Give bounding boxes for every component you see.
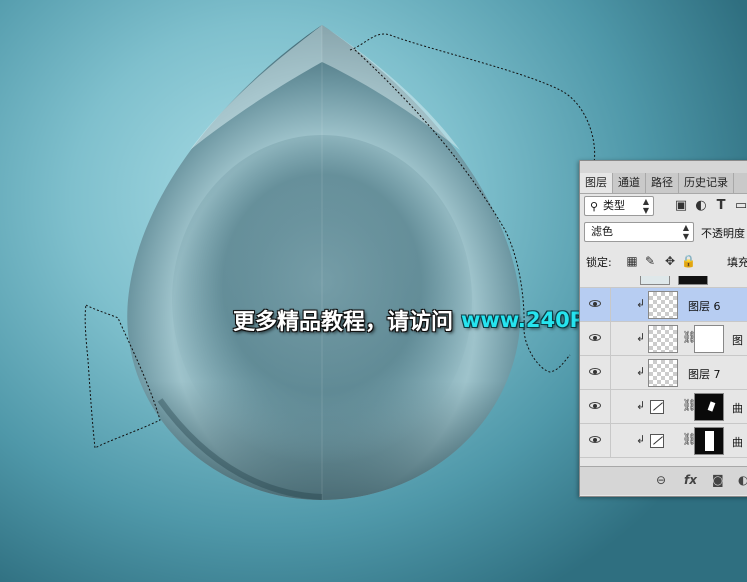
layer-mask-thumbnail — [694, 393, 724, 421]
tab-paths[interactable]: 路径 — [646, 173, 679, 193]
lock-brush-icon[interactable]: ✎ — [643, 253, 657, 269]
layer-row-partial[interactable] — [580, 276, 747, 288]
select-arrows-icon: ▲ ▼ — [642, 197, 649, 215]
layer-thumbnail — [648, 325, 678, 353]
eye-icon[interactable] — [588, 399, 602, 413]
layer-row[interactable]: ↲ 图层 7 — [580, 356, 747, 390]
opacity-label: 不透明度 — [701, 227, 745, 240]
curves-icon — [650, 400, 664, 414]
layer-name[interactable]: 图层 7 — [688, 366, 721, 382]
layers-list: ↲ 图层 6 ↲ ⛓ 图 ↲ 图层 7 ↲ ⛓ 曲 ↲ ⛓ 曲 — [580, 276, 747, 466]
layers-panel: 图层 通道 路径 历史记录 ⚲ 类型 ▲ ▼ ▣ ◐ T ▭ 滤色 ▲ ▼ 不透明度… — [579, 160, 747, 497]
curves-icon — [650, 434, 664, 448]
lock-label: 锁定: — [586, 256, 612, 269]
clipping-arrow-icon: ↲ — [636, 365, 646, 378]
layer-name[interactable]: 曲 — [732, 400, 743, 416]
link-icon[interactable]: ⊖ — [656, 473, 666, 487]
fx-icon[interactable]: fx — [684, 473, 697, 487]
blend-mode-value: 滤色 — [591, 225, 613, 238]
tab-history[interactable]: 历史记录 — [679, 173, 734, 193]
layer-thumbnail — [648, 291, 678, 319]
layer-name[interactable]: 曲 — [732, 434, 743, 450]
layer-row[interactable]: ↲ 图层 6 — [580, 288, 747, 322]
select-arrows-icon: ▲ ▼ — [682, 223, 689, 241]
layer-mask-thumbnail — [678, 276, 708, 285]
layer-row[interactable]: ↲ ⛓ 曲 — [580, 424, 747, 458]
image-filter-icon[interactable]: ▣ — [673, 196, 689, 216]
lock-transparency-icon[interactable]: ▦ — [625, 253, 639, 269]
layer-row[interactable]: ↲ ⛓ 曲 — [580, 390, 747, 424]
filter-type-label: 类型 — [603, 199, 625, 212]
clipping-arrow-icon: ↲ — [636, 297, 646, 310]
tab-layers[interactable]: 图层 — [580, 173, 613, 193]
clipping-arrow-icon: ↲ — [636, 331, 646, 344]
lock-move-icon[interactable]: ✥ — [663, 253, 677, 269]
shape-filter-icon[interactable]: ▭ — [733, 196, 747, 216]
water-drop-shape — [127, 25, 521, 500]
layer-name[interactable]: 图层 6 — [688, 298, 721, 314]
adjustment-filter-icon[interactable]: ◐ — [693, 196, 709, 216]
text-filter-icon[interactable]: T — [713, 196, 729, 216]
eye-icon[interactable] — [588, 297, 602, 311]
blend-mode-select[interactable]: 滤色 ▲ ▼ — [584, 222, 694, 242]
panel-title-strip — [580, 161, 747, 173]
panel-footer: ⊖ fx ◙ ◐ — [580, 466, 747, 495]
eye-icon[interactable] — [588, 331, 602, 345]
layer-mask-thumbnail — [694, 427, 724, 455]
lock-all-icon[interactable]: 🔒 — [681, 253, 696, 269]
layer-mask-thumbnail — [694, 325, 724, 353]
panel-tabs: 图层 通道 路径 历史记录 — [580, 173, 747, 194]
layer-thumbnail — [640, 276, 670, 285]
mask-icon[interactable]: ◙ — [712, 473, 724, 487]
clipping-arrow-icon: ↲ — [636, 399, 646, 412]
eye-icon[interactable] — [588, 365, 602, 379]
eye-icon[interactable] — [588, 433, 602, 447]
fill-label: 填充 — [727, 256, 747, 269]
watermark-chinese-text: 更多精品教程，请访问 — [233, 310, 454, 335]
filter-type-select[interactable]: ⚲ 类型 ▲ ▼ — [584, 196, 654, 216]
clipping-arrow-icon: ↲ — [636, 433, 646, 446]
search-icon: ⚲ — [590, 200, 599, 213]
layer-row[interactable]: ↲ ⛓ 图 — [580, 322, 747, 356]
layer-name[interactable]: 图 — [732, 332, 743, 348]
adjustment-icon[interactable]: ◐ — [738, 473, 747, 487]
layer-thumbnail — [648, 359, 678, 387]
tab-channels[interactable]: 通道 — [613, 173, 646, 193]
